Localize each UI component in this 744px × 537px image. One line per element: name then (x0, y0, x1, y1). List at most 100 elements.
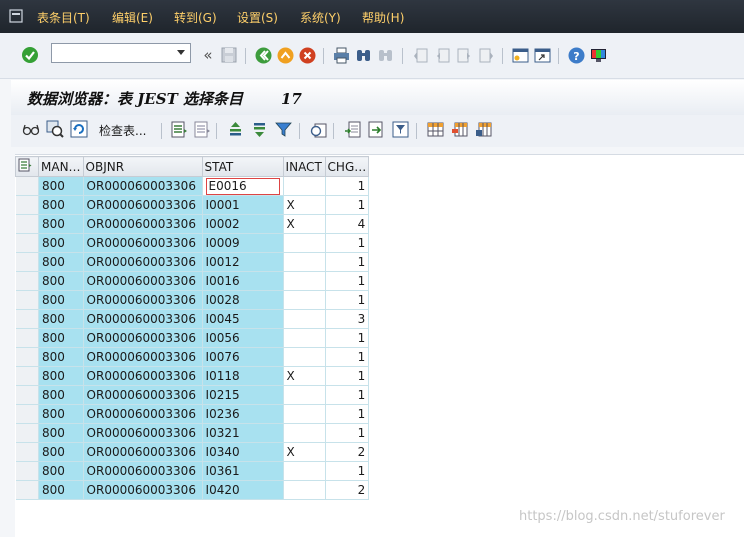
cell-objnr[interactable]: OR000060003306 (83, 385, 203, 405)
row-selector[interactable] (15, 252, 39, 272)
row-selector[interactable] (15, 176, 39, 196)
menu-edit[interactable]: 编辑(E) (112, 11, 153, 25)
row-selector[interactable] (15, 385, 39, 405)
column-header-inact[interactable]: INACT (282, 156, 326, 177)
row-selector[interactable] (15, 233, 39, 253)
print-icon[interactable] (331, 45, 351, 65)
cell-chgnr[interactable]: 2 (325, 480, 370, 500)
cell-stat[interactable]: I0045 (202, 309, 284, 329)
table-row[interactable]: 800 OR000060003306 I0420 2 (15, 480, 370, 500)
cell-objnr[interactable]: OR000060003306 (83, 195, 203, 215)
row-selector[interactable] (15, 347, 39, 367)
cell-stat[interactable]: I0340 (202, 442, 284, 462)
cell-inact[interactable]: X (283, 214, 326, 234)
table-row[interactable]: 800 OR000060003306 I0002 X 4 (15, 214, 370, 234)
cell-inact[interactable]: X (283, 442, 326, 462)
check-table-button[interactable]: 检查表... (99, 122, 146, 139)
cell-stat[interactable]: I0009 (202, 233, 284, 253)
table-row[interactable]: 800 OR000060003306 I0009 1 (15, 233, 370, 253)
menu-goto[interactable]: 转到(G) (174, 11, 217, 25)
cell-inact[interactable] (283, 461, 326, 481)
cell-mandt[interactable]: 800 (38, 404, 84, 424)
cell-mandt[interactable]: 800 (38, 328, 84, 348)
cell-stat[interactable]: I0420 (202, 480, 284, 500)
column-header-stat[interactable]: STAT (201, 156, 284, 177)
cell-chgnr[interactable]: 1 (325, 423, 370, 443)
column-header-objnr[interactable]: OBJNR (82, 156, 203, 177)
cell-stat[interactable]: I0321 (202, 423, 284, 443)
cell-chgnr[interactable]: 1 (325, 290, 370, 310)
cell-stat[interactable]: I0236 (202, 404, 284, 424)
export-icon[interactable] (342, 119, 362, 139)
shortcut-icon[interactable] (532, 45, 552, 65)
cell-stat[interactable]: I0001 (202, 195, 284, 215)
table-row[interactable]: 800 OR000060003306 I0028 1 (15, 290, 370, 310)
prev-page-icon[interactable] (432, 45, 452, 65)
cell-mandt[interactable]: 800 (38, 290, 84, 310)
cell-objnr[interactable]: OR000060003306 (83, 252, 203, 272)
row-selector[interactable] (15, 480, 39, 500)
cell-stat[interactable]: I0016 (202, 271, 284, 291)
history-back-icon[interactable]: « (198, 45, 218, 65)
cell-chgnr[interactable]: 1 (325, 328, 370, 348)
cell-mandt[interactable]: 800 (38, 366, 84, 386)
cell-chgnr[interactable]: 1 (325, 385, 370, 405)
cell-inact[interactable] (283, 480, 326, 500)
new-session-icon[interactable] (510, 45, 530, 65)
cell-objnr[interactable]: OR000060003306 (83, 423, 203, 443)
cell-inact[interactable]: X (283, 195, 326, 215)
calculate-icon[interactable] (308, 119, 328, 139)
cell-mandt[interactable]: 800 (38, 442, 84, 462)
table-row[interactable]: 800 OR000060003306 I0016 1 (15, 271, 370, 291)
glasses-icon[interactable] (21, 119, 41, 139)
cell-inact[interactable] (283, 233, 326, 253)
cell-chgnr[interactable]: 1 (325, 366, 370, 386)
cell-chgnr[interactable]: 4 (325, 214, 370, 234)
row-selector[interactable] (15, 366, 39, 386)
customize-layout-icon[interactable] (588, 45, 608, 65)
row-selector[interactable] (15, 461, 39, 481)
cell-chgnr[interactable]: 1 (325, 347, 370, 367)
cell-mandt[interactable]: 800 (38, 480, 84, 500)
sort-ascending-icon[interactable] (225, 119, 245, 139)
cell-stat[interactable]: I0215 (202, 385, 284, 405)
cell-chgnr[interactable]: 1 (325, 176, 370, 196)
cell-inact[interactable] (283, 309, 326, 329)
cell-objnr[interactable]: OR000060003306 (83, 404, 203, 424)
cell-mandt[interactable]: 800 (38, 347, 84, 367)
cell-chgnr[interactable]: 1 (325, 461, 370, 481)
row-selector[interactable] (15, 404, 39, 424)
filter-icon[interactable] (273, 119, 293, 139)
cell-chgnr[interactable]: 1 (325, 252, 370, 272)
cell-objnr[interactable]: OR000060003306 (83, 347, 203, 367)
cell-objnr[interactable]: OR000060003306 (83, 176, 203, 196)
cell-inact[interactable] (283, 328, 326, 348)
column-header-mandt[interactable]: MAN… (38, 156, 84, 177)
menu-settings[interactable]: 设置(S) (237, 11, 278, 25)
row-selector[interactable] (15, 290, 39, 310)
cell-objnr[interactable]: OR000060003306 (83, 366, 203, 386)
cell-inact[interactable] (283, 176, 326, 196)
cell-chgnr[interactable]: 3 (325, 309, 370, 329)
cell-stat[interactable]: I0118 (202, 366, 284, 386)
cell-inact[interactable] (283, 252, 326, 272)
cell-objnr[interactable]: OR000060003306 (83, 328, 203, 348)
command-field[interactable] (51, 43, 191, 63)
save-icon[interactable] (219, 45, 239, 65)
row-selector[interactable] (15, 328, 39, 348)
cell-mandt[interactable]: 800 (38, 195, 84, 215)
cell-objnr[interactable]: OR000060003306 (83, 480, 203, 500)
cell-mandt[interactable]: 800 (38, 309, 84, 329)
cell-mandt[interactable]: 800 (38, 271, 84, 291)
table-row[interactable]: 800 OR000060003306 I0076 1 (15, 347, 370, 367)
refresh-icon[interactable] (69, 119, 89, 139)
cell-mandt[interactable]: 800 (38, 233, 84, 253)
help-icon[interactable]: ? (566, 45, 586, 65)
save-layout-icon[interactable] (473, 119, 493, 139)
cell-objnr[interactable]: OR000060003306 (83, 233, 203, 253)
cell-objnr[interactable]: OR000060003306 (83, 214, 203, 234)
cell-objnr[interactable]: OR000060003306 (83, 461, 203, 481)
first-page-icon[interactable] (410, 45, 430, 65)
row-selector[interactable] (15, 271, 39, 291)
table-row[interactable]: 800 OR000060003306 I0001 X 1 (15, 195, 370, 215)
